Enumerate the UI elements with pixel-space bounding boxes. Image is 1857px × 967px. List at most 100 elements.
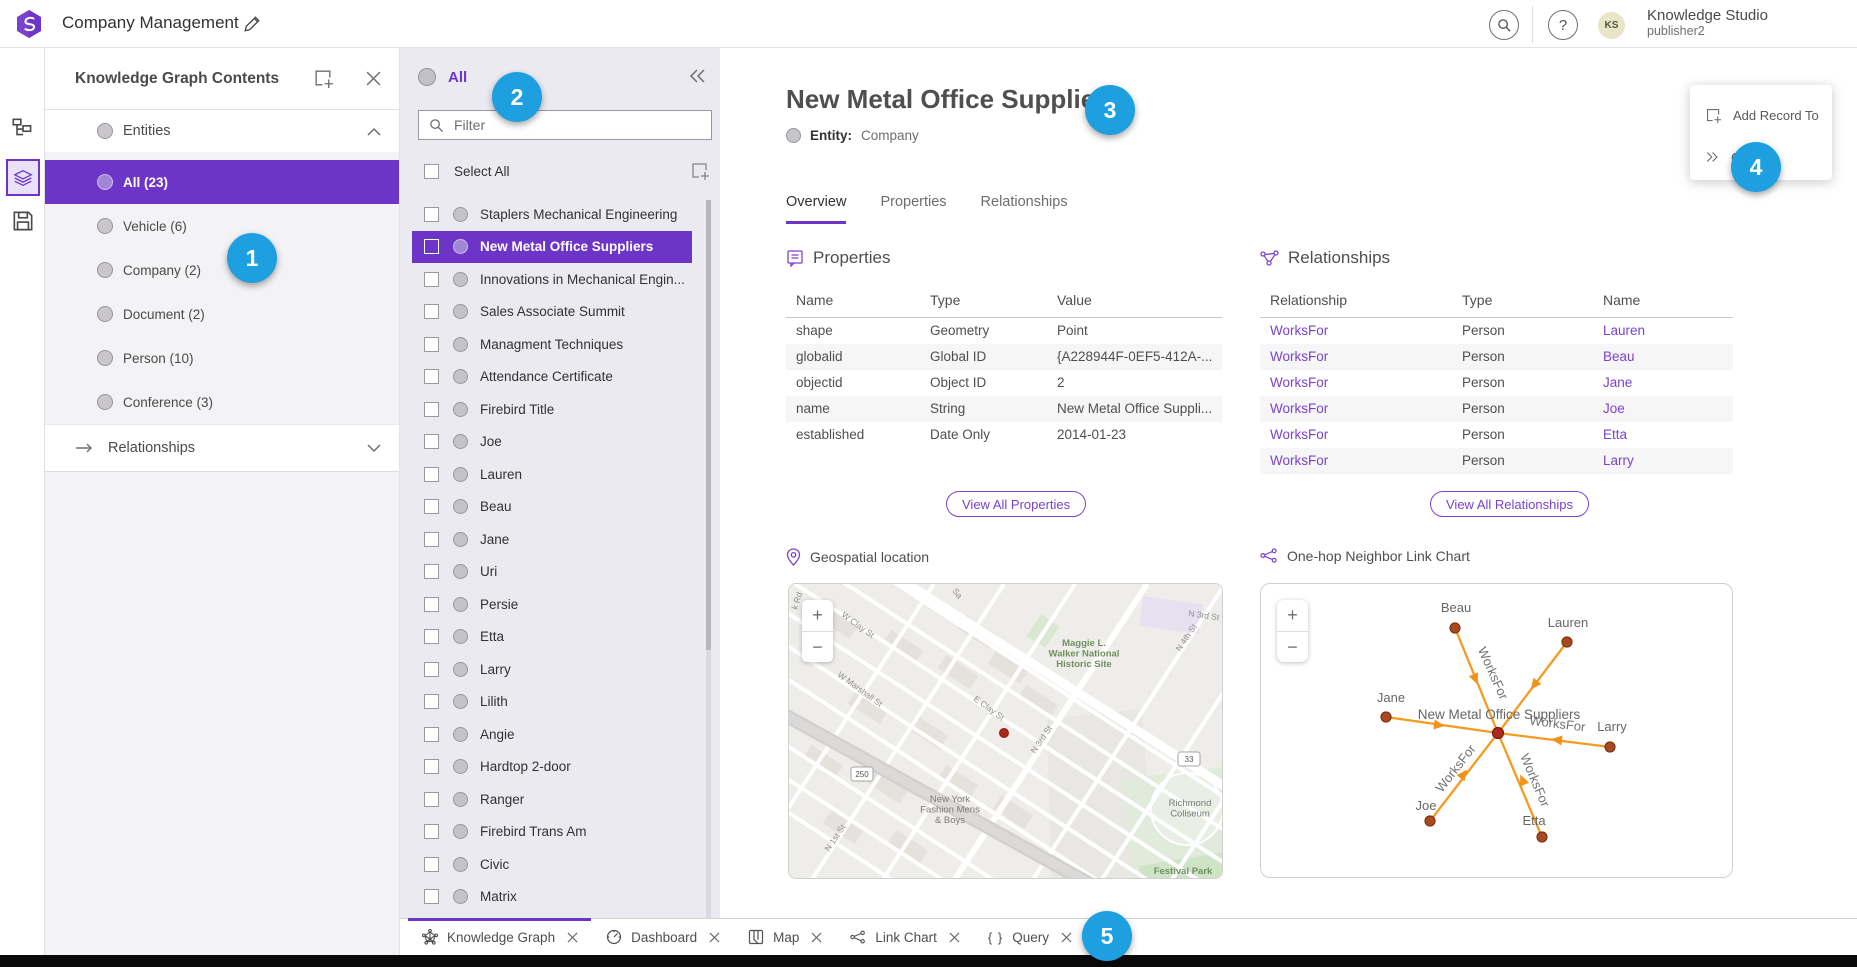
- column-header[interactable]: Relationship: [1260, 286, 1452, 318]
- relationships-section-header[interactable]: Relationships: [45, 424, 399, 472]
- record-link[interactable]: WorksFor: [1270, 453, 1328, 468]
- view-tab-dashboard[interactable]: Dashboard: [592, 919, 734, 955]
- view-tab-query[interactable]: { }Query: [974, 919, 1086, 955]
- close-icon[interactable]: [949, 932, 960, 943]
- table-row[interactable]: WorksForPersonBeau: [1260, 344, 1733, 370]
- edit-title-pencil-icon[interactable]: [243, 15, 261, 33]
- entity-type-row[interactable]: Company (2): [45, 248, 399, 292]
- list-item[interactable]: Hardtop 2-door: [412, 751, 692, 784]
- close-icon[interactable]: [709, 932, 720, 943]
- table-row[interactable]: nameStringNew Metal Office Suppli...: [786, 396, 1222, 422]
- geospatial-map[interactable]: k RdW Clay StSaW Marshall StE Clay StN 3…: [788, 583, 1223, 879]
- list-item-checkbox[interactable]: [424, 402, 439, 417]
- entity-type-row[interactable]: Conference (3): [45, 380, 399, 424]
- list-item-checkbox[interactable]: [424, 857, 439, 872]
- column-header[interactable]: Type: [1452, 286, 1593, 318]
- record-tab-relationships[interactable]: Relationships: [981, 194, 1068, 224]
- table-row[interactable]: establishedDate Only2014-01-23: [786, 422, 1222, 448]
- list-item-checkbox[interactable]: [424, 662, 439, 677]
- zoom-in-button[interactable]: +: [802, 600, 833, 631]
- user-block[interactable]: Knowledge Studio publisher2: [1647, 7, 1768, 39]
- list-item-checkbox[interactable]: [424, 272, 439, 287]
- list-item[interactable]: Lauren: [412, 458, 692, 491]
- list-item[interactable]: Innovations in Mechanical Engin...: [412, 263, 692, 296]
- list-item-checkbox[interactable]: [424, 337, 439, 352]
- list-item[interactable]: Persie: [412, 588, 692, 621]
- list-item-checkbox[interactable]: [424, 304, 439, 319]
- record-link[interactable]: Etta: [1603, 427, 1627, 442]
- record-link[interactable]: Larry: [1603, 453, 1634, 468]
- close-icon[interactable]: [1061, 932, 1072, 943]
- help-button[interactable]: ?: [1548, 10, 1578, 40]
- record-link[interactable]: WorksFor: [1270, 375, 1328, 390]
- list-item-checkbox[interactable]: [424, 824, 439, 839]
- view-all-relationships-button[interactable]: View All Relationships: [1430, 491, 1589, 517]
- list-item[interactable]: Attendance Certificate: [412, 361, 692, 394]
- list-item[interactable]: Sales Associate Summit: [412, 296, 692, 329]
- search-button[interactable]: [1489, 10, 1519, 40]
- list-item-checkbox[interactable]: [424, 629, 439, 644]
- list-item[interactable]: Lilith: [412, 686, 692, 719]
- list-item-checkbox[interactable]: [424, 792, 439, 807]
- add-record-icon[interactable]: [313, 68, 334, 89]
- avatar[interactable]: KS: [1598, 12, 1625, 39]
- list-item-checkbox[interactable]: [424, 239, 439, 254]
- list-item-checkbox[interactable]: [424, 889, 439, 904]
- record-link[interactable]: WorksFor: [1270, 401, 1328, 416]
- chart-node[interactable]: [1425, 816, 1435, 826]
- list-item-checkbox[interactable]: [424, 597, 439, 612]
- list-item[interactable]: Managment Techniques: [412, 328, 692, 361]
- chart-node[interactable]: [1381, 712, 1391, 722]
- data-model-icon[interactable]: [10, 115, 36, 141]
- column-header[interactable]: Type: [920, 286, 1047, 318]
- record-tab-properties[interactable]: Properties: [880, 194, 946, 224]
- list-item[interactable]: Etta: [412, 621, 692, 654]
- view-tab-map[interactable]: Map: [734, 919, 836, 955]
- close-icon[interactable]: [365, 70, 382, 87]
- list-item-checkbox[interactable]: [424, 369, 439, 384]
- add-record-icon[interactable]: [690, 161, 710, 181]
- one-hop-link-chart[interactable]: WorksForWorksForWorksForWorksForBeauLaur…: [1260, 583, 1733, 878]
- zoom-in-button[interactable]: +: [1277, 600, 1308, 631]
- table-row[interactable]: WorksForPersonJane: [1260, 370, 1733, 396]
- view-tab-knowledge-graph[interactable]: Knowledge Graph: [408, 919, 592, 955]
- entity-type-row[interactable]: Vehicle (6): [45, 204, 399, 248]
- column-header[interactable]: Value: [1047, 286, 1222, 318]
- table-row[interactable]: WorksForPersonLauren: [1260, 318, 1733, 344]
- list-item-checkbox[interactable]: [424, 434, 439, 449]
- list-item-checkbox[interactable]: [424, 499, 439, 514]
- record-link[interactable]: WorksFor: [1270, 349, 1328, 364]
- list-item[interactable]: Larry: [412, 653, 692, 686]
- table-row[interactable]: WorksForPersonJoe: [1260, 396, 1733, 422]
- list-item-checkbox[interactable]: [424, 207, 439, 222]
- record-link[interactable]: Beau: [1603, 349, 1635, 364]
- zoom-out-button[interactable]: −: [802, 631, 833, 662]
- table-row[interactable]: WorksForPersonLarry: [1260, 448, 1733, 474]
- scrollbar-thumb[interactable]: [706, 200, 711, 650]
- table-row[interactable]: shapeGeometryPoint: [786, 318, 1222, 344]
- column-header[interactable]: Name: [786, 286, 920, 318]
- close-icon[interactable]: [811, 932, 822, 943]
- list-item-checkbox[interactable]: [424, 759, 439, 774]
- entity-type-row[interactable]: Document (2): [45, 292, 399, 336]
- record-link[interactable]: WorksFor: [1270, 427, 1328, 442]
- rail-layers-selected[interactable]: [6, 159, 40, 196]
- view-tab-link-chart[interactable]: Link Chart: [836, 919, 974, 955]
- chart-node[interactable]: [1450, 623, 1460, 633]
- list-item-checkbox[interactable]: [424, 694, 439, 709]
- list-item[interactable]: New Metal Office Suppliers: [412, 231, 692, 264]
- chart-center-node[interactable]: [1493, 728, 1504, 739]
- select-all-checkbox[interactable]: [424, 164, 439, 179]
- entity-type-row[interactable]: Person (10): [45, 336, 399, 380]
- list-item[interactable]: Beau: [412, 491, 692, 524]
- list-item[interactable]: Civic: [412, 848, 692, 881]
- view-all-properties-button[interactable]: View All Properties: [946, 491, 1086, 517]
- entity-type-row[interactable]: All (23): [45, 160, 399, 204]
- list-item[interactable]: Angie: [412, 718, 692, 751]
- double-chevron-left-icon[interactable]: [688, 66, 708, 86]
- table-row[interactable]: globalidGlobal ID{A228944F-0EF5-412A-...: [786, 344, 1222, 370]
- chart-node[interactable]: [1537, 832, 1547, 842]
- list-item[interactable]: Ranger: [412, 783, 692, 816]
- list-item-checkbox[interactable]: [424, 467, 439, 482]
- list-item[interactable]: Firebird Trans Am: [412, 816, 692, 849]
